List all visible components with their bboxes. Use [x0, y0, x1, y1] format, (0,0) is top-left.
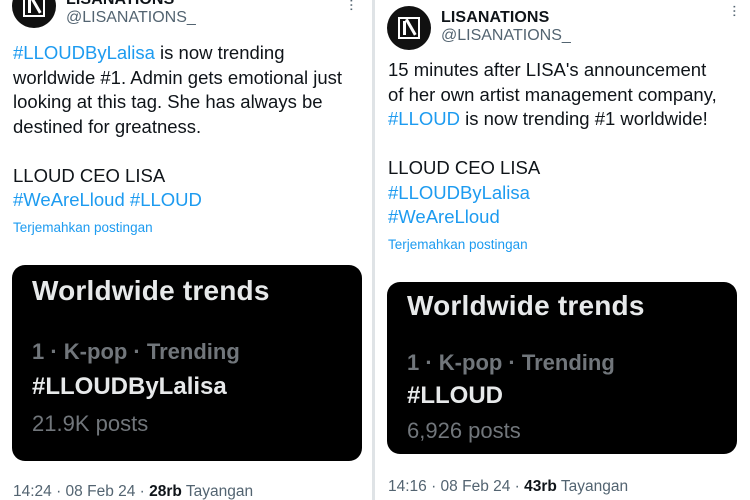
hashtag-link[interactable]: #LLOUDByLalisa: [13, 42, 155, 63]
hashtag-link[interactable]: #LLOUD: [388, 108, 460, 129]
views-label: Tayangan: [556, 478, 629, 495]
account-handle[interactable]: @LISANATIONS_: [441, 27, 571, 45]
account-name[interactable]: LISANATIONS: [441, 9, 549, 27]
text-line: looking at this tag. She has always be: [13, 91, 323, 112]
hashtag-link[interactable]: #LLOUDByLalisa: [388, 181, 717, 206]
logo-icon: [23, 0, 45, 17]
text-line: LLOUD CEO LISA: [13, 164, 166, 186]
text-line: of her own artist management company,: [388, 83, 717, 105]
avatar[interactable]: [12, 0, 56, 28]
view-count: 43rb: [524, 478, 557, 495]
text-fragment: is now trending: [154, 42, 285, 63]
tweet-meta: 14:16 · 08 Feb 24 · 43rb Tayangan: [388, 478, 628, 496]
more-options-icon[interactable]: ···: [343, 0, 360, 11]
trend-posts: 6,926 posts: [407, 418, 521, 443]
worldwide-trends-card[interactable]: Worldwide trends 1 · K-pop · Trending #L…: [12, 265, 362, 461]
tweet-right: LISANATIONS @LISANATIONS_ ··· 15 minutes…: [375, 0, 750, 500]
account-handle[interactable]: @LISANATIONS_: [66, 9, 196, 27]
view-count: 28rb: [149, 483, 182, 500]
translate-post-link[interactable]: Terjemahkan postingan: [388, 237, 528, 252]
card-title: Worldwide trends: [407, 290, 645, 321]
text-line: 15 minutes after LISA's announcement: [388, 59, 707, 80]
trend-rank: 1 · K-pop · Trending: [32, 339, 240, 364]
logo-icon: [398, 17, 420, 39]
more-options-icon[interactable]: ···: [726, 4, 743, 17]
trend-posts: 21.9K posts: [32, 411, 149, 436]
account-name[interactable]: LISANATIONS: [66, 0, 174, 9]
translate-post-link[interactable]: Terjemahkan postingan: [13, 220, 153, 235]
tweet-text: #LLOUDByLalisa is now trending worldwide…: [13, 41, 342, 213]
text-line: #LLOUD is now trending #1 worldwide!: [388, 107, 717, 132]
views-label: Tayangan: [181, 483, 254, 500]
trend-name: #LLOUD: [407, 382, 503, 409]
text-line: LLOUD CEO LISA: [388, 157, 541, 178]
text-line: destined for greatness.: [13, 115, 202, 137]
card-title: Worldwide trends: [32, 275, 270, 306]
timestamp[interactable]: 14:16 · 08 Feb 24 ·: [388, 478, 524, 495]
text-line: worldwide #1. Admin gets emotional just: [13, 66, 343, 88]
tweet-left: LISANATIONS @LISANATIONS_ ··· #LLOUDByLa…: [0, 0, 372, 500]
tweet-meta: 14:24 · 08 Feb 24 · 28rb Tayangan: [13, 483, 253, 500]
tweet-text: 15 minutes after LISA's announcement of …: [388, 58, 717, 230]
avatar[interactable]: [387, 6, 431, 50]
hashtag-link[interactable]: #WeAreLloud: [388, 205, 717, 230]
timestamp[interactable]: 14:24 · 08 Feb 24 ·: [13, 483, 149, 500]
trend-rank: 1 · K-pop · Trending: [407, 350, 615, 375]
text-fragment: is now trending #1 worldwide!: [459, 108, 708, 129]
text-line: #LLOUDByLalisa is now trending: [13, 41, 342, 66]
trend-name: #LLOUDByLalisa: [32, 373, 227, 400]
worldwide-trends-card[interactable]: Worldwide trends 1 · K-pop · Trending #L…: [387, 282, 737, 454]
hashtag-link[interactable]: #WeAreLloud #LLOUD: [13, 188, 342, 213]
